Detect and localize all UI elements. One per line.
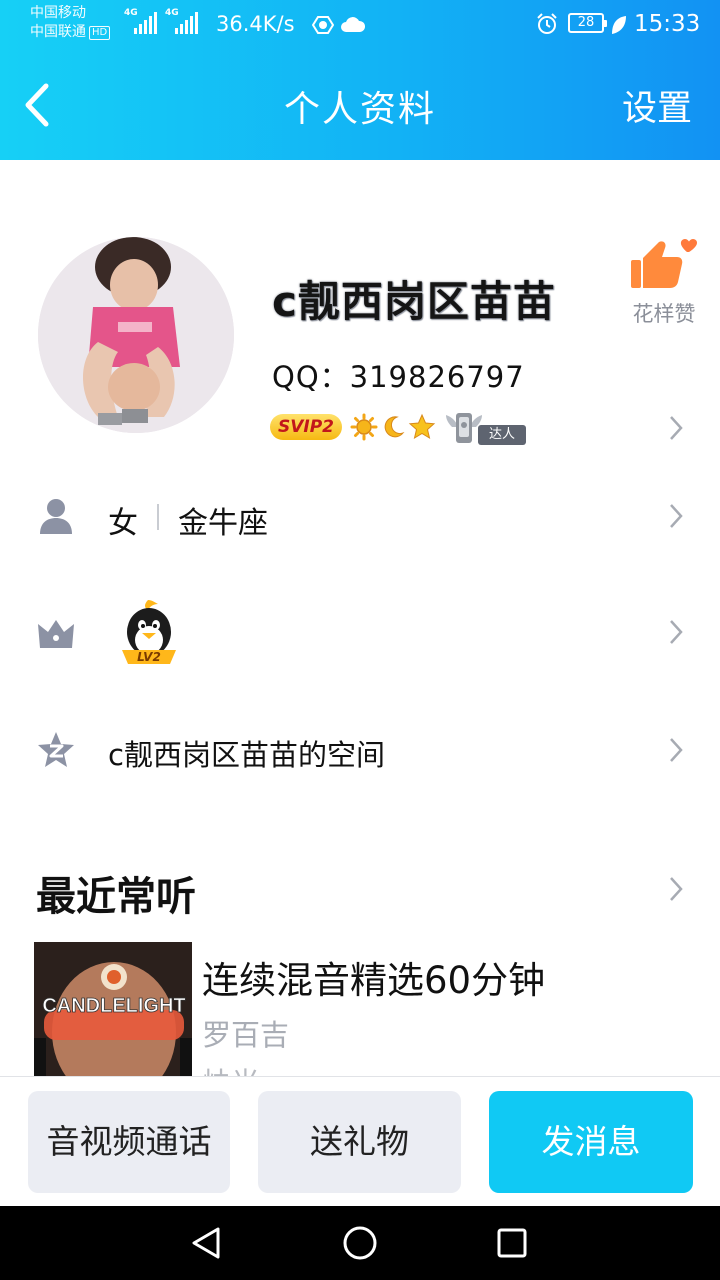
avatar[interactable] — [38, 237, 234, 433]
action-bar: 音视频通话 送礼物 发消息 — [0, 1076, 720, 1206]
chevron-right-icon[interactable] — [668, 414, 684, 442]
album-text: CANDLELIGHT — [42, 995, 185, 1017]
person-icon — [40, 499, 72, 534]
divider — [157, 504, 159, 530]
carrier-info: 中国移动 中国联通 HD — [30, 4, 111, 42]
av-call-button[interactable]: 音视频通话 — [28, 1091, 230, 1193]
nav-bar: 个人资料 设置 — [0, 50, 720, 160]
nav-recents-icon[interactable] — [496, 1226, 528, 1260]
qzone-row[interactable]: c靓西岗区苗苗的空间 — [0, 710, 720, 790]
qq-level-row[interactable]: LV2 — [0, 592, 720, 672]
nav-back-icon[interactable] — [190, 1226, 222, 1260]
chevron-right-icon — [670, 620, 683, 644]
thumbs-up-heart-icon — [631, 238, 697, 288]
song-extra: 烛光 — [202, 1060, 260, 1076]
zodiac: 金牛座 — [178, 506, 268, 541]
signal-icon: 4G — [124, 8, 157, 34]
chevron-right-icon — [670, 738, 683, 762]
qzone-name: c靓西岗区苗苗的空间 — [108, 738, 385, 772]
crown-icon — [38, 620, 74, 648]
qzone-star-icon — [38, 732, 74, 767]
send-gift-button[interactable]: 送礼物 — [258, 1091, 461, 1193]
status-bar: 中国移动 中国联通 HD 4G 4G 36.4K/s 28 15:33 — [0, 0, 720, 50]
avatar-photo — [38, 237, 234, 433]
cloud-icon — [341, 17, 366, 32]
moon-icon — [384, 416, 405, 438]
qq-number: QQ：319826797 — [272, 360, 525, 394]
nav-home-icon[interactable] — [342, 1226, 378, 1260]
vpn-icon — [312, 16, 334, 34]
daren-label: 达人 — [478, 425, 527, 445]
carrier-2: 中国联通 — [30, 24, 86, 40]
nickname: c靓西岗区苗苗 — [272, 277, 556, 326]
settings-button[interactable]: 设置 — [622, 80, 692, 131]
album-cover[interactable]: CANDLELIGHT — [34, 942, 192, 1078]
chevron-right-icon[interactable] — [668, 875, 684, 903]
hd-tag: HD — [89, 26, 111, 40]
battery-icon: 28 — [568, 13, 607, 33]
clock: 15:33 — [634, 11, 701, 37]
signal-group: 4G 4G — [124, 8, 198, 34]
network-speed: 36.4K/s — [216, 12, 295, 36]
qq-penguin-level-icon: LV2 — [122, 600, 176, 664]
daren-badge: 达人 — [444, 407, 527, 447]
song-artist: 罗百吉 — [202, 1018, 290, 1052]
basic-info-row[interactable]: 女 金牛座 — [0, 476, 720, 556]
page-title: 个人资料 — [283, 89, 436, 130]
sun-icon — [350, 413, 378, 441]
alarm-icon — [537, 13, 557, 34]
badge-row[interactable]: SVIP2 达人 — [270, 405, 527, 449]
like-label: 花样赞 — [632, 302, 696, 326]
send-message-button[interactable]: 发消息 — [489, 1091, 693, 1193]
carrier-1: 中国移动 — [30, 5, 86, 21]
app-header: 中国移动 中国联通 HD 4G 4G 36.4K/s 28 15:33 个人资料… — [0, 0, 720, 160]
signal-icon: 4G — [165, 8, 198, 34]
song-title[interactable]: 连续混音精选60分钟 — [202, 950, 545, 1004]
system-nav-bar — [0, 1206, 720, 1280]
like-button[interactable]: 花样赞 — [622, 238, 706, 328]
eco-leaf-icon — [612, 16, 626, 34]
gender: 女 — [108, 506, 138, 541]
level-label: LV2 — [137, 650, 161, 664]
qq-level-icons — [350, 413, 436, 441]
star-icon — [408, 413, 436, 440]
album-art: CANDLELIGHT — [34, 942, 192, 1078]
recent-section-title: 最近常听 — [36, 874, 196, 920]
chevron-right-icon — [670, 504, 683, 528]
svip-badge: SVIP2 — [270, 414, 343, 440]
